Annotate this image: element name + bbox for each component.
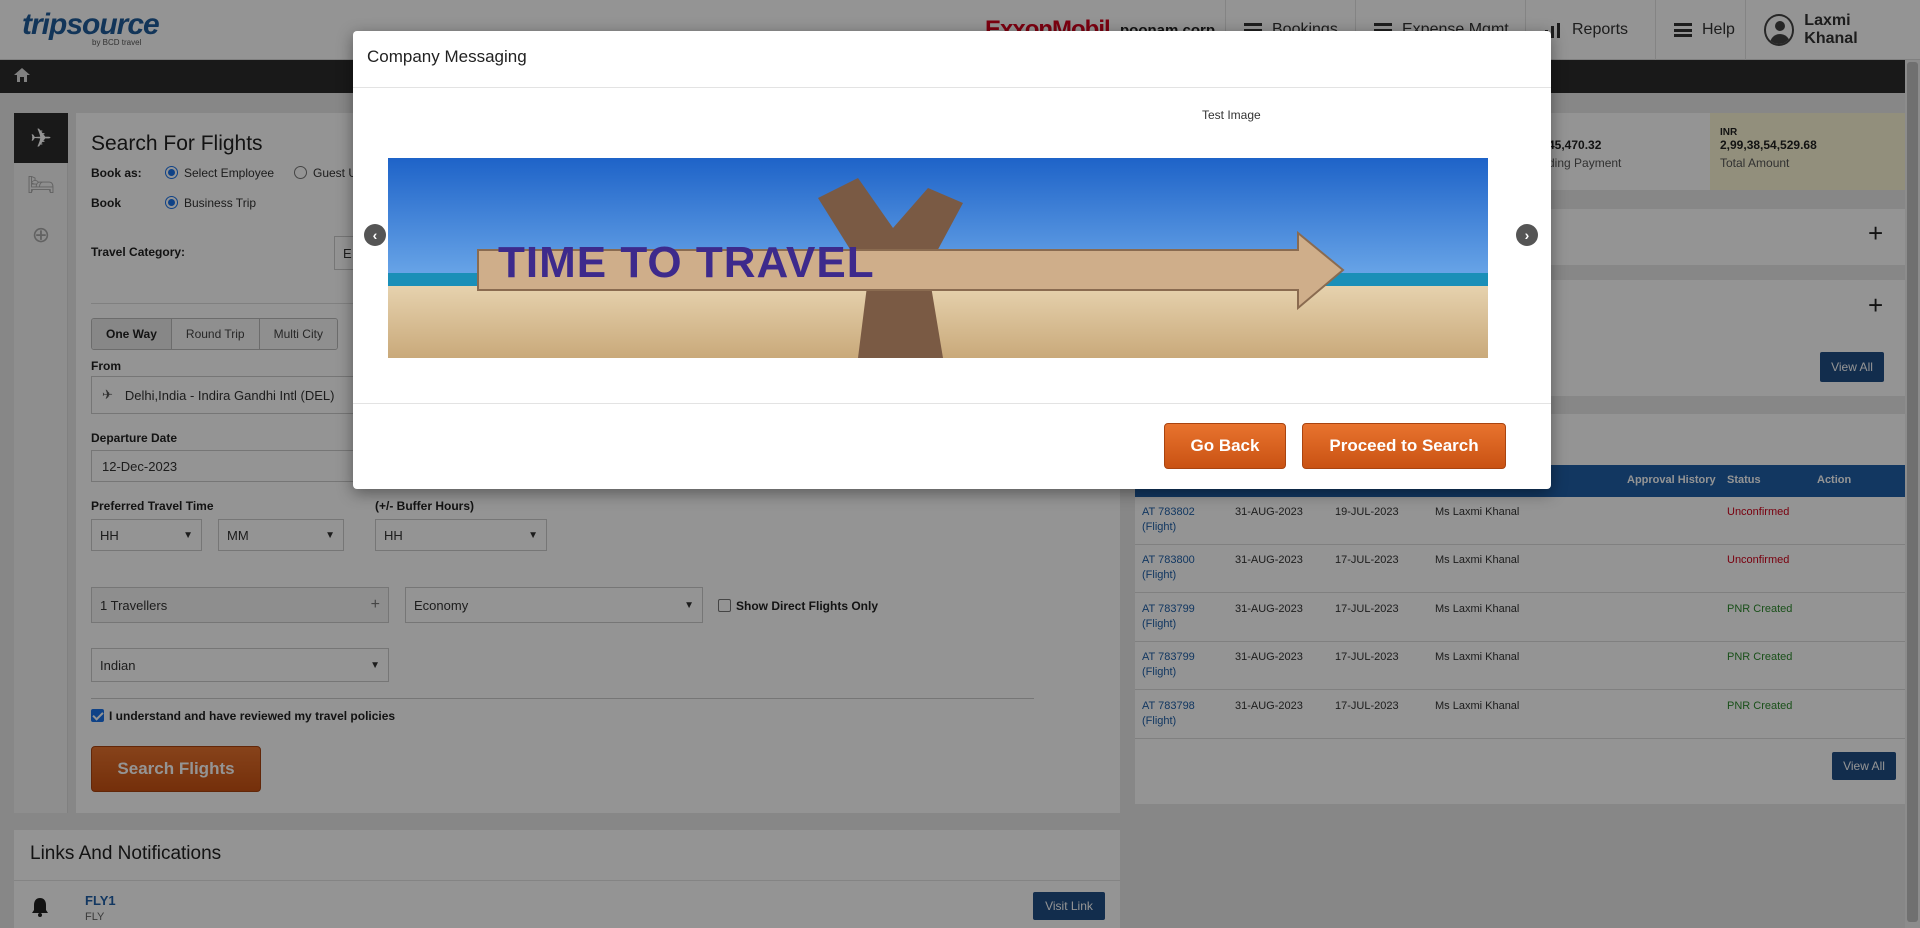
image-caption: Test Image	[1202, 108, 1261, 122]
modal-divider	[353, 87, 1551, 88]
modal-title: Company Messaging	[367, 47, 527, 66]
modal-divider	[353, 403, 1551, 404]
chevron-left-icon: ‹	[372, 227, 378, 243]
proceed-to-search-button[interactable]: Proceed to Search	[1302, 423, 1506, 469]
banner-text: TIME TO TRAVEL	[498, 238, 875, 287]
go-back-button[interactable]: Go Back	[1164, 423, 1286, 469]
carousel-next-button[interactable]: ›	[1516, 224, 1538, 246]
chevron-right-icon: ›	[1524, 227, 1530, 243]
company-messaging-modal: Company Messaging Test Image TIME TO TRA…	[353, 31, 1551, 489]
carousel-prev-button[interactable]: ‹	[364, 224, 386, 246]
carousel-image: TIME TO TRAVEL	[388, 158, 1488, 358]
